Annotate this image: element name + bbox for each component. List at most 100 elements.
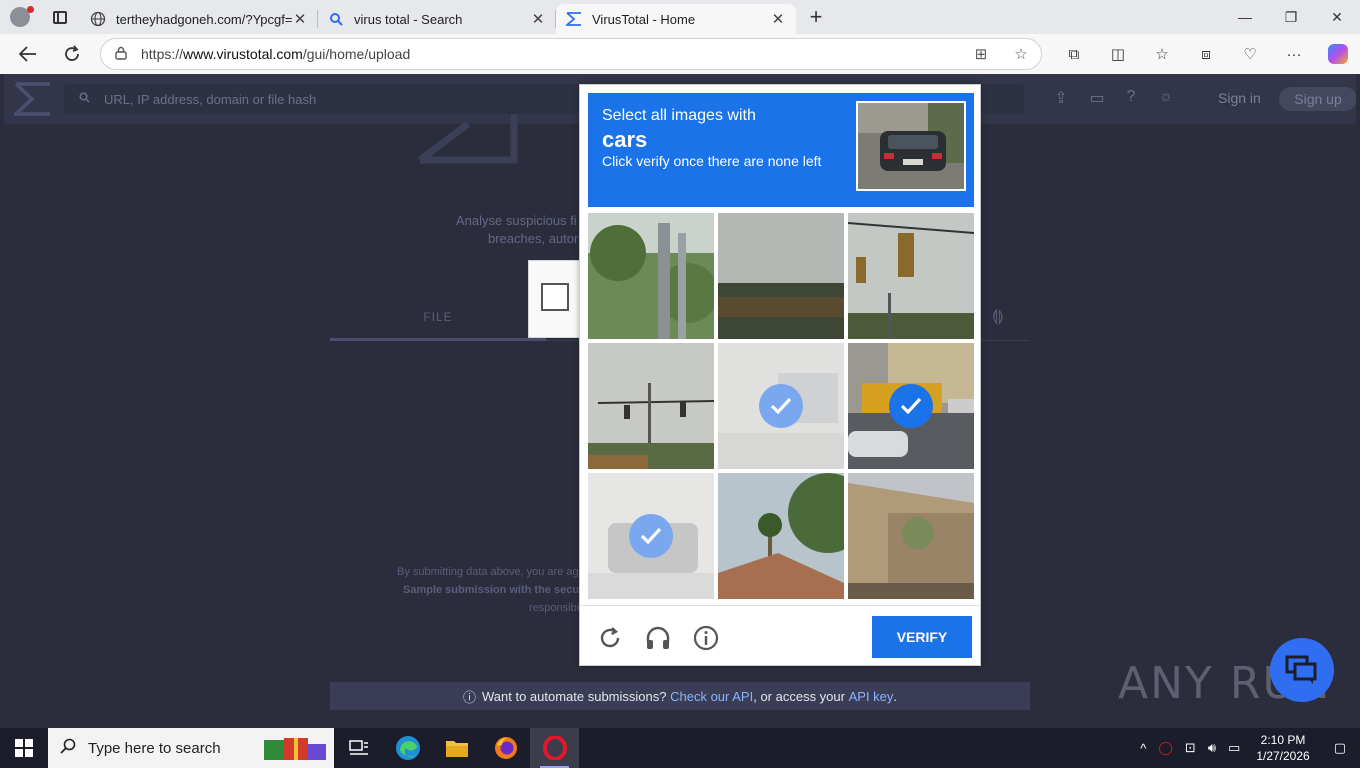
minimize-icon[interactable]: —	[1222, 0, 1268, 34]
chat-button[interactable]	[1270, 638, 1334, 702]
url-host: www.virustotal.com	[183, 46, 303, 62]
tagline-line-1: Analyse suspicious fi	[456, 213, 577, 228]
vt-search-tab-icon[interactable]: ⟬⟭	[992, 308, 1004, 326]
task-view-button[interactable]	[334, 728, 383, 768]
audio-challenge-icon[interactable]	[644, 624, 672, 652]
system-tray: ^ ◯ ⊡ 🔊︎ ▭ 2:10 PM 1/27/2026 ▢	[1134, 728, 1360, 768]
search-icon	[48, 738, 88, 759]
search-icon	[64, 92, 104, 106]
api-banner-prefix: Want to automate submissions?	[481, 688, 667, 704]
new-tab-button[interactable]: +	[796, 4, 836, 30]
taskbar-firefox[interactable]	[481, 728, 530, 768]
windows-taskbar: Type here to search ^ ◯ ⊡ 🔊︎ ▭ 2:10 PM 1…	[0, 728, 1360, 768]
api-key-link[interactable]: API key	[849, 689, 894, 704]
captcha-tile-1[interactable]	[588, 213, 714, 339]
network-icon[interactable]: ▭	[1222, 740, 1246, 756]
copilot-icon	[1328, 44, 1348, 64]
captcha-footer: VERIFY	[580, 605, 980, 665]
sign-up-button[interactable]: Sign up	[1279, 87, 1356, 111]
collections-icon[interactable]: ⧈	[1184, 34, 1228, 74]
captcha-tile-9[interactable]	[848, 473, 974, 599]
tab-actions-button[interactable]	[40, 0, 80, 34]
notification-dot	[27, 6, 34, 13]
browser-tab-3[interactable]: VirusTotal - Home ✕	[556, 4, 796, 34]
virustotal-hero-logo	[418, 114, 518, 164]
favorites-icon[interactable]: ☆	[1140, 34, 1184, 74]
show-hidden-icons[interactable]: ^	[1134, 741, 1152, 756]
taskbar-opera[interactable]	[530, 728, 579, 768]
help-icon[interactable]: ?	[1120, 88, 1142, 110]
browser-tab-1[interactable]: tertheyhadgoneh.com/?Ypcgf=12 ✕	[80, 4, 318, 34]
captcha-tile-8[interactable]	[718, 473, 844, 599]
selected-check-icon	[629, 514, 673, 558]
refresh-icon	[65, 45, 79, 61]
info-icon: ⓘ	[462, 689, 476, 705]
browser-tab-2[interactable]: virus total - Search ✕	[318, 4, 556, 34]
terms-text-1: By submitting data above, you are ag	[397, 566, 579, 578]
profile-avatar[interactable]	[0, 0, 40, 34]
start-button[interactable]	[0, 728, 48, 768]
taskbar-file-explorer[interactable]	[432, 728, 481, 768]
verify-button[interactable]: VERIFY	[872, 616, 972, 658]
api-banner-middle: , or access your	[753, 688, 845, 704]
copilot-button[interactable]	[1316, 34, 1360, 74]
virustotal-logo-icon[interactable]	[14, 82, 52, 116]
theme-toggle-icon[interactable]: ☼	[1155, 88, 1177, 110]
tab-actions-icon	[53, 10, 67, 24]
close-window-icon[interactable]: ✕	[1314, 0, 1360, 34]
close-icon[interactable]: ✕	[530, 10, 546, 28]
chat-icon	[1285, 655, 1317, 684]
restore-icon[interactable]: ❐	[1268, 0, 1314, 34]
tab-file[interactable]: FILE	[330, 310, 546, 324]
info-icon[interactable]	[692, 624, 720, 652]
opera-icon	[542, 736, 567, 760]
notifications-icon[interactable]: ▭	[1086, 88, 1108, 110]
meet-now-icon[interactable]: ⊡	[1179, 740, 1202, 756]
captcha-tile-5[interactable]	[718, 343, 844, 469]
refresh-button[interactable]	[50, 34, 94, 74]
taskbar-clock[interactable]: 2:10 PM 1/27/2026	[1246, 732, 1319, 764]
captcha-checkbox[interactable]	[541, 283, 569, 311]
virustotal-icon	[566, 11, 582, 27]
taskbar-edge[interactable]	[383, 728, 432, 768]
back-button[interactable]	[6, 34, 50, 74]
api-banner-suffix: .	[893, 688, 898, 704]
split-screen-icon[interactable]: ◫	[1096, 34, 1140, 74]
refresh-challenge-icon[interactable]	[596, 624, 624, 652]
favorite-star-icon[interactable]: ☆	[1001, 45, 1041, 63]
close-icon[interactable]: ✕	[770, 10, 786, 28]
apps-icon[interactable]: ⊞	[961, 45, 1001, 63]
captcha-tile-3[interactable]	[848, 213, 974, 339]
api-banner: ⓘ Want to automate submissions? Check ou…	[330, 682, 1030, 710]
taskbar-search[interactable]: Type here to search	[48, 728, 334, 768]
close-icon[interactable]: ✕	[292, 10, 308, 28]
tab-label: tertheyhadgoneh.com/?Ypcgf=12	[116, 11, 292, 27]
url-path: /gui/home/upload	[302, 46, 411, 62]
notifications-icon[interactable]: ▢	[1320, 740, 1360, 756]
clock-date: 1/27/2026	[1256, 749, 1310, 763]
captcha-tile-4[interactable]	[588, 343, 714, 469]
browser-toolbar: https://www.virustotal.com/gui/home/uplo…	[0, 34, 1360, 74]
back-arrow-icon	[19, 46, 36, 62]
windows-logo-icon	[15, 739, 33, 757]
more-options-icon[interactable]: ···	[1272, 34, 1316, 74]
captcha-tile-7[interactable]	[588, 473, 714, 599]
url-prefix: https://	[141, 46, 184, 62]
captcha-sample-image	[856, 101, 966, 191]
browser-tab-strip: tertheyhadgoneh.com/?Ypcgf=12 ✕ virus to…	[0, 0, 1360, 34]
check-api-link[interactable]: Check our API	[670, 689, 753, 704]
captcha-tile-6[interactable]	[848, 343, 974, 469]
volume-icon[interactable]: 🔊︎	[1202, 740, 1222, 756]
selected-check-icon	[889, 384, 933, 428]
captcha-tile-2[interactable]	[718, 213, 844, 339]
browser-essentials-icon[interactable]: ♡	[1228, 34, 1272, 74]
upload-icon[interactable]: ⇪	[1050, 88, 1072, 110]
lock-icon[interactable]	[101, 46, 141, 63]
address-bar[interactable]: https://www.virustotal.com/gui/home/uplo…	[100, 38, 1042, 70]
window-controls: — ❐ ✕	[1222, 0, 1360, 34]
sign-in-link[interactable]: Sign in	[1218, 90, 1261, 106]
selected-check-icon	[759, 384, 803, 428]
extensions-icon[interactable]: ⧉	[1052, 34, 1096, 74]
task-view-icon	[348, 740, 368, 755]
opera-tray-icon[interactable]: ◯	[1152, 740, 1179, 756]
